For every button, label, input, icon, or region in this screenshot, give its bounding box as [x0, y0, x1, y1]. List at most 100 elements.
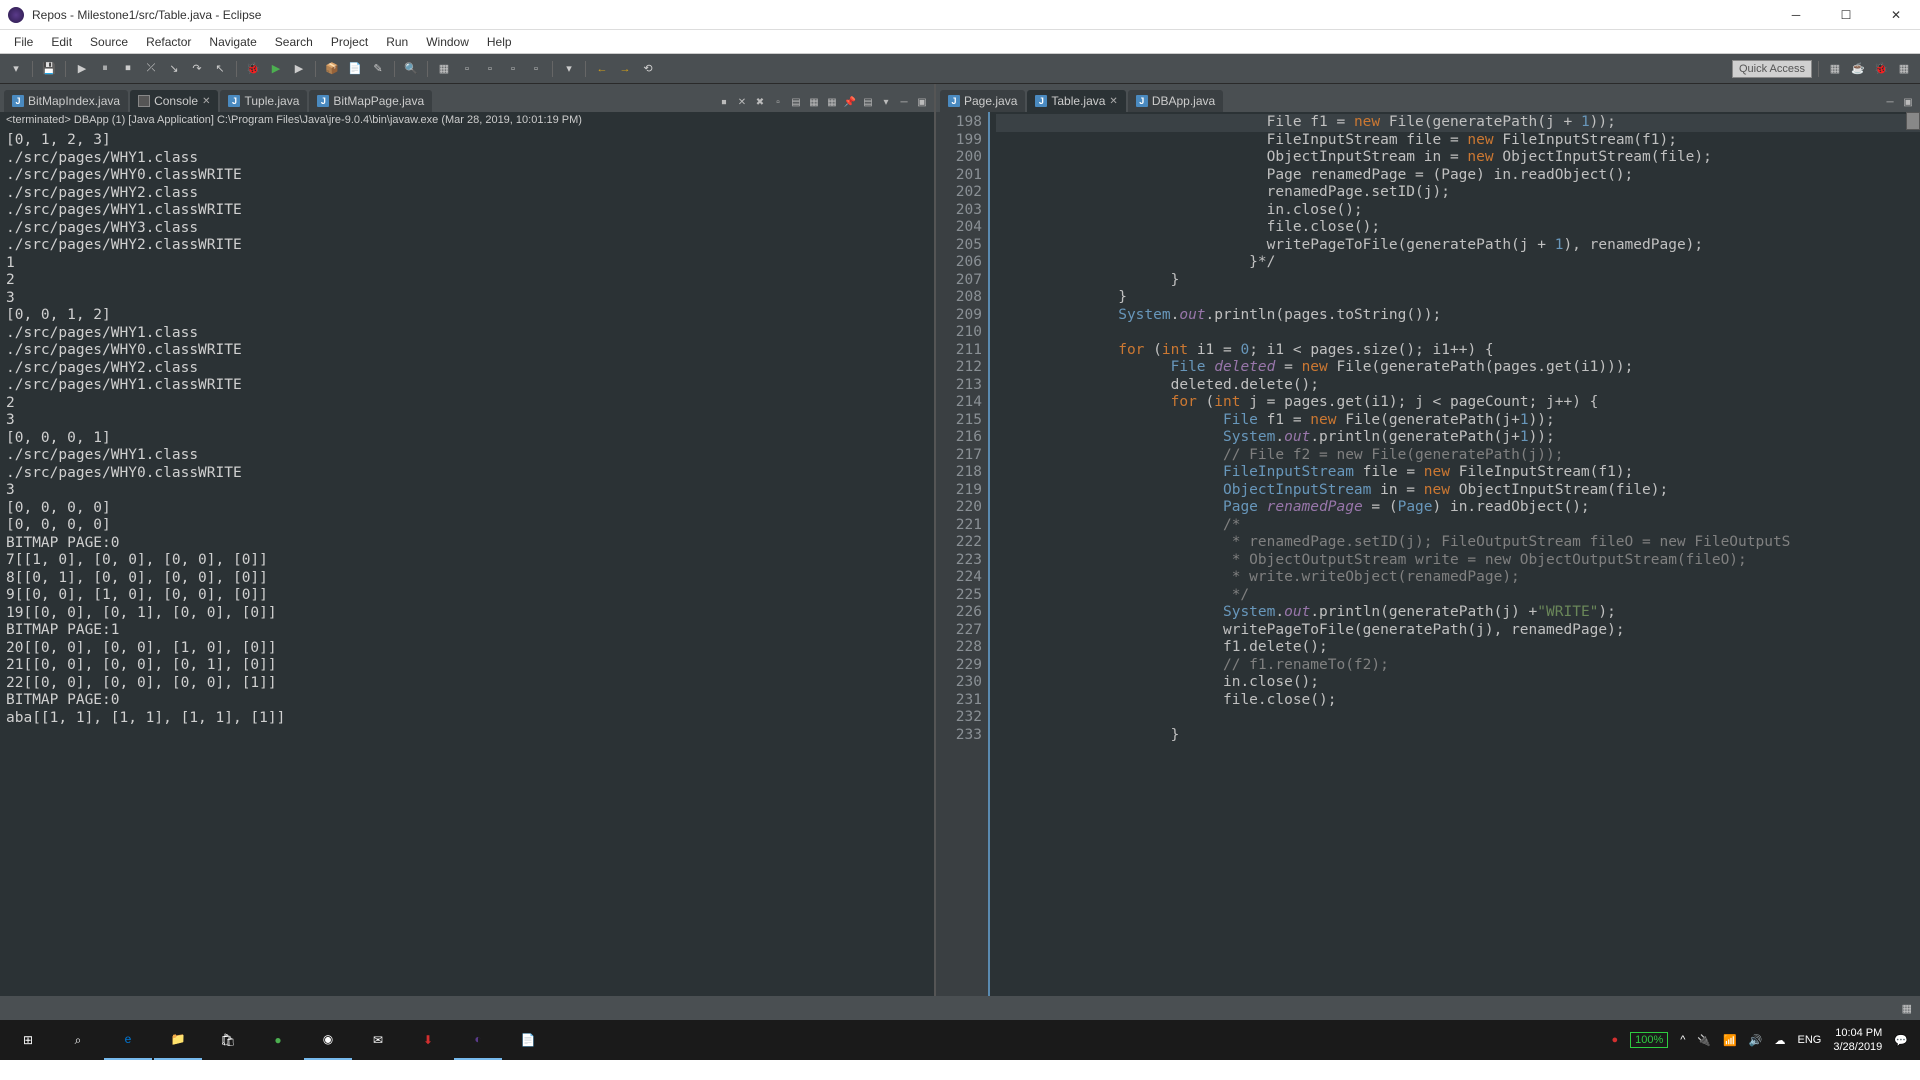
code-line[interactable]: System.out.println(generatePath(j) +"WRI… — [996, 604, 1920, 622]
menu-project[interactable]: Project — [323, 33, 376, 51]
tab-bitmapindex-java[interactable]: BitMapIndex.java — [4, 90, 128, 112]
show-whitespace-button[interactable]: ▫ — [503, 59, 523, 79]
code-line[interactable]: } — [996, 289, 1920, 307]
start-button[interactable]: ⊞ — [4, 1020, 52, 1060]
toggle-breadcrumb-button[interactable]: ▦ — [434, 59, 454, 79]
tab-page-java[interactable]: Page.java — [940, 90, 1025, 112]
chrome-taskbar-icon[interactable]: ◉ — [304, 1020, 352, 1060]
next-annotation-button[interactable]: ▾ — [559, 59, 579, 79]
code-line[interactable]: File f1 = new File(generatePath(j+1)); — [996, 412, 1920, 430]
tray-app-icon[interactable]: ● — [1611, 1034, 1618, 1046]
code-line[interactable]: // f1.renameTo(f2); — [996, 657, 1920, 675]
debug-stop-button[interactable]: ⏹ — [118, 59, 138, 79]
console-toolbtn-9[interactable]: ▾ — [878, 94, 894, 110]
menu-navigate[interactable]: Navigate — [201, 33, 264, 51]
menu-search[interactable]: Search — [267, 33, 321, 51]
acrobat-taskbar-icon[interactable]: ⬇ — [404, 1020, 452, 1060]
annotation-button[interactable]: ▫ — [526, 59, 546, 79]
debug-resume-button[interactable]: ▶ — [72, 59, 92, 79]
quick-access-input[interactable]: Quick Access — [1732, 60, 1812, 78]
code-line[interactable]: deleted.delete(); — [996, 377, 1920, 395]
forward-button[interactable]: → — [615, 59, 635, 79]
tab-table-java[interactable]: Table.java✕ — [1027, 90, 1125, 112]
code-line[interactable]: * write.writeObject(renamedPage); — [996, 569, 1920, 587]
console-toolbtn-7[interactable]: 📌 — [842, 94, 858, 110]
code-line[interactable]: ObjectInputStream in = new ObjectInputSt… — [996, 482, 1920, 500]
step-into-button[interactable]: ↘ — [164, 59, 184, 79]
code-line[interactable]: renamedPage.setID(j); — [996, 184, 1920, 202]
code-line[interactable]: writePageToFile(generatePath(j), renamed… — [996, 622, 1920, 640]
code-line[interactable]: System.out.println(pages.toString()); — [996, 307, 1920, 325]
search-button[interactable]: 🔍 — [401, 59, 421, 79]
code-line[interactable]: System.out.println(generatePath(j+1)); — [996, 429, 1920, 447]
app1-taskbar-icon[interactable]: ● — [254, 1020, 302, 1060]
toggle-block-button[interactable]: ▫ — [480, 59, 500, 79]
code-line[interactable]: file.close(); — [996, 692, 1920, 710]
code-line[interactable]: File deleted = new File(generatePath(pag… — [996, 359, 1920, 377]
close-button[interactable]: ✕ — [1880, 3, 1912, 27]
onedrive-icon[interactable]: ☁ — [1775, 1034, 1786, 1047]
perspective-git-button[interactable]: ▦ — [1894, 59, 1914, 79]
code-line[interactable]: Page renamedPage = (Page) in.readObject(… — [996, 499, 1920, 517]
console-toolbtn-8[interactable]: ▤ — [860, 94, 876, 110]
code-line[interactable]: } — [996, 272, 1920, 290]
code-line[interactable]: }*/ — [996, 254, 1920, 272]
edge-taskbar-icon[interactable]: e — [104, 1020, 152, 1060]
editor-toolbtn-0[interactable]: ─ — [1882, 94, 1898, 110]
menu-edit[interactable]: Edit — [43, 33, 80, 51]
menu-help[interactable]: Help — [479, 33, 520, 51]
system-tray[interactable]: ● 100% ^ 🔌 📶 🔊 ☁ ENG 10:04 PM 3/28/2019 … — [1603, 1026, 1916, 1054]
console-toolbtn-6[interactable]: ▦ — [824, 94, 840, 110]
maximize-button[interactable]: ☐ — [1830, 3, 1862, 27]
eclipse-taskbar-icon[interactable]: ◐ — [454, 1020, 502, 1060]
code-line[interactable]: // File f2 = new File(generatePath(j)); — [996, 447, 1920, 465]
perspective-resource-button[interactable]: ▦ — [1825, 59, 1845, 79]
tab-tuple-java[interactable]: Tuple.java — [220, 90, 307, 112]
console-toolbtn-2[interactable]: ✖ — [752, 94, 768, 110]
console-toolbtn-11[interactable]: ▣ — [914, 94, 930, 110]
console-toolbtn-3[interactable]: ▫ — [770, 94, 786, 110]
code-line[interactable]: for (int j = pages.get(i1); j < pageCoun… — [996, 394, 1920, 412]
tab-close-icon[interactable]: ✕ — [202, 96, 210, 107]
menu-window[interactable]: Window — [418, 33, 477, 51]
new-button[interactable]: ▾ — [6, 59, 26, 79]
debug-button[interactable]: 🐞 — [243, 59, 263, 79]
power-icon[interactable]: 🔌 — [1697, 1034, 1711, 1047]
mail-taskbar-icon[interactable]: ✉ — [354, 1020, 402, 1060]
tab-bitmappage-java[interactable]: BitMapPage.java — [309, 90, 432, 112]
open-type-button[interactable]: ✎ — [368, 59, 388, 79]
debug-pause-button[interactable]: ⏸ — [95, 59, 115, 79]
coverage-button[interactable]: ▶ — [289, 59, 309, 79]
console-toolbtn-5[interactable]: ▦ — [806, 94, 822, 110]
console-toolbtn-4[interactable]: ▤ — [788, 94, 804, 110]
store-taskbar-icon[interactable]: 🛍 — [204, 1020, 252, 1060]
menu-run[interactable]: Run — [378, 33, 416, 51]
menu-source[interactable]: Source — [82, 33, 136, 51]
code-line[interactable]: /* — [996, 517, 1920, 535]
code-line[interactable]: ObjectInputStream in = new ObjectInputSt… — [996, 149, 1920, 167]
perspective-java-button[interactable]: ☕ — [1848, 59, 1868, 79]
new-class-button[interactable]: 📄 — [345, 59, 365, 79]
code-line[interactable]: * renamedPage.setID(j); FileOutputStream… — [996, 534, 1920, 552]
debug-disconnect-button[interactable]: ⤫ — [141, 59, 161, 79]
menu-file[interactable]: File — [6, 33, 41, 51]
notifications-icon[interactable]: 💬 — [1894, 1034, 1908, 1047]
console-toolbtn-0[interactable]: ⏹ — [716, 94, 732, 110]
tab-dbapp-java[interactable]: DBApp.java — [1128, 90, 1223, 112]
tab-close-icon[interactable]: ✕ — [1109, 96, 1117, 107]
run-button[interactable]: ▶ — [266, 59, 286, 79]
back-button[interactable]: ← — [592, 59, 612, 79]
console-output[interactable]: [0, 1, 2, 3] ./src/pages/WHY1.class ./sr… — [0, 130, 934, 996]
menu-refactor[interactable]: Refactor — [138, 33, 199, 51]
notepad-taskbar-icon[interactable]: 📄 — [504, 1020, 552, 1060]
last-edit-button[interactable]: ⟲ — [638, 59, 658, 79]
editor-toolbtn-1[interactable]: ▣ — [1900, 94, 1916, 110]
editor[interactable]: 1981992002012022032042052062072082092102… — [936, 112, 1920, 996]
code-area[interactable]: File f1 = new File(generatePath(j + 1));… — [990, 112, 1920, 996]
wifi-icon[interactable]: 📶 — [1723, 1034, 1737, 1047]
code-line[interactable]: in.close(); — [996, 202, 1920, 220]
search-taskbar-button[interactable]: ⌕ — [54, 1020, 102, 1060]
code-line[interactable] — [996, 324, 1920, 342]
code-line[interactable]: */ — [996, 587, 1920, 605]
code-line[interactable]: f1.delete(); — [996, 639, 1920, 657]
